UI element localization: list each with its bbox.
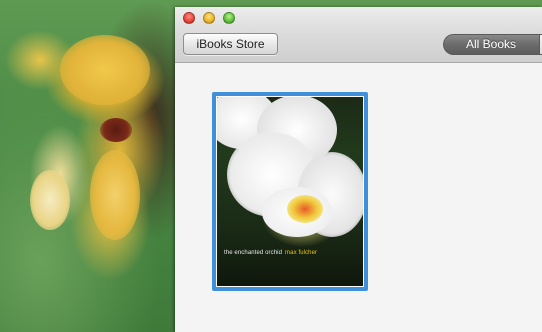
wallpaper-petal	[90, 150, 140, 240]
book-item[interactable]: the enchanted orchid max fulcher	[212, 92, 368, 291]
window-toolbar: iBooks Store All Books	[175, 7, 542, 63]
wallpaper-petal	[60, 35, 150, 105]
book-title: the enchanted orchid	[224, 250, 283, 256]
close-window-button[interactable]	[183, 12, 195, 24]
wallpaper-petal	[30, 170, 70, 230]
tab-all-books[interactable]: All Books	[444, 35, 538, 54]
book-title-label: the enchanted orchid max fulcher	[224, 250, 317, 256]
cover-flower-center	[287, 195, 323, 223]
zoom-window-button[interactable]	[223, 12, 235, 24]
book-cover: the enchanted orchid max fulcher	[217, 97, 363, 286]
ibooks-store-button[interactable]: iBooks Store	[183, 33, 278, 55]
book-author: max fulcher	[285, 250, 318, 256]
library-segmented-control: All Books	[443, 34, 542, 55]
minimize-window-button[interactable]	[203, 12, 215, 24]
wallpaper-flower-center	[100, 118, 132, 142]
